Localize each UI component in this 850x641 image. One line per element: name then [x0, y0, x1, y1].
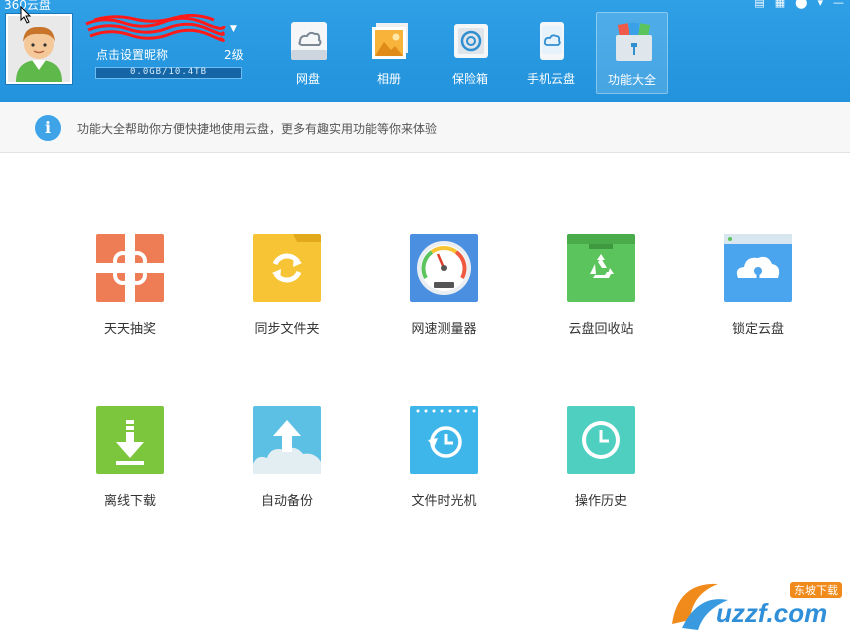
photo-album-icon — [372, 23, 408, 59]
history-clock-icon — [567, 406, 635, 474]
minimize-icon[interactable]: — — [833, 0, 844, 9]
feature-label: 自动备份 — [260, 494, 313, 509]
feature-recycle-bin[interactable]: 云盘回收站 — [546, 234, 656, 344]
grid-menu-icon[interactable]: ▦ — [775, 0, 785, 9]
feature-label: 同步文件夹 — [254, 322, 320, 337]
info-bar: i 功能大全帮助你方便快捷地使用云盘，更多有趣实用功能等你来体验 — [0, 102, 850, 153]
recycle-bin-icon — [567, 234, 635, 302]
nav-label: 手机云盘 — [526, 72, 575, 86]
set-nickname-link[interactable]: 点击设置昵称 — [96, 46, 168, 63]
nav-item-photo-album[interactable]: 相册 — [353, 12, 425, 94]
nav-item-mobile-cloud[interactable]: 手机云盘 — [515, 12, 587, 94]
feature-label: 文件时光机 — [411, 494, 477, 509]
storage-usage-text: 0.0GB/10.4TB — [129, 67, 208, 77]
window-controls: ▤ ▦ ⬤ ▾ — — [754, 0, 844, 9]
nav-label: 网盘 — [295, 72, 320, 86]
time-machine-icon — [410, 406, 478, 474]
cloud-drive-icon — [291, 22, 327, 60]
nav-item-cloud-drive[interactable]: 网盘 — [272, 12, 344, 94]
user-level-badge: 2级 — [224, 48, 244, 62]
feature-speed-test[interactable]: 网速测量器 — [389, 234, 499, 344]
svg-text:uzzf.com: uzzf.com — [716, 598, 827, 628]
sync-folder-icon — [253, 234, 321, 302]
info-text: 功能大全帮助你方便快捷地使用云盘，更多有趣实用功能等你来体验 — [77, 122, 438, 136]
feature-daily-lottery[interactable]: 天天抽奖 — [75, 234, 185, 344]
menu-chevron-down-icon[interactable]: ▾ — [817, 0, 823, 9]
feature-label: 操作历史 — [574, 494, 627, 509]
feature-lock-drive[interactable]: 锁定云盘 — [703, 234, 813, 344]
auto-backup-icon — [253, 406, 321, 474]
speedometer-icon — [410, 234, 478, 302]
nav-label: 相册 — [376, 72, 401, 86]
minimize-to-list-icon[interactable]: ▤ — [754, 0, 764, 9]
nav-label: 功能大全 — [607, 73, 656, 87]
svg-text:东坡下载: 东坡下载 — [794, 584, 838, 597]
nav-item-toolbox[interactable]: 功能大全 — [596, 12, 668, 94]
mouse-cursor-icon — [20, 6, 32, 24]
mobile-cloud-icon — [540, 22, 564, 60]
feature-label: 云盘回收站 — [568, 322, 634, 337]
feature-offline-download[interactable]: 离线下载 — [75, 406, 185, 516]
feature-label: 锁定云盘 — [731, 322, 784, 337]
storage-usage-bar: 0.0GB/10.4TB — [95, 67, 242, 79]
feature-sync-folder[interactable]: 同步文件夹 — [232, 234, 342, 344]
feature-operation-history[interactable]: 操作历史 — [546, 406, 656, 516]
feature-file-time-machine[interactable]: 文件时光机 — [389, 406, 499, 516]
user-menu-chevron-down-icon[interactable]: ▼ — [230, 24, 237, 34]
safe-box-icon — [454, 24, 488, 58]
uzzf-watermark-logo: uzzf.com 东坡下载 — [672, 582, 842, 630]
avatar[interactable] — [6, 14, 72, 84]
nav-label: 保险箱 — [451, 72, 488, 86]
info-icon: i — [35, 115, 61, 141]
gift-icon — [96, 234, 164, 302]
feature-label: 离线下载 — [103, 494, 156, 509]
feature-auto-backup[interactable]: 自动备份 — [232, 406, 342, 516]
redacted-username — [85, 14, 226, 42]
toolbox-icon — [616, 23, 652, 61]
feature-label: 天天抽奖 — [103, 322, 156, 337]
feature-label: 网速测量器 — [411, 322, 477, 337]
app-window: 360云盘 ▼ 点击设置昵称 2级 0.0GB/10.4TB 网盘 相册 保险箱… — [0, 0, 850, 641]
header-bar: 360云盘 ▼ 点击设置昵称 2级 0.0GB/10.4TB 网盘 相册 保险箱… — [0, 0, 850, 102]
nav-item-safe-box[interactable]: 保险箱 — [434, 12, 506, 94]
offline-download-icon — [96, 406, 164, 474]
locked-cloud-icon — [724, 234, 792, 302]
skin-icon[interactable]: ⬤ — [795, 0, 807, 9]
